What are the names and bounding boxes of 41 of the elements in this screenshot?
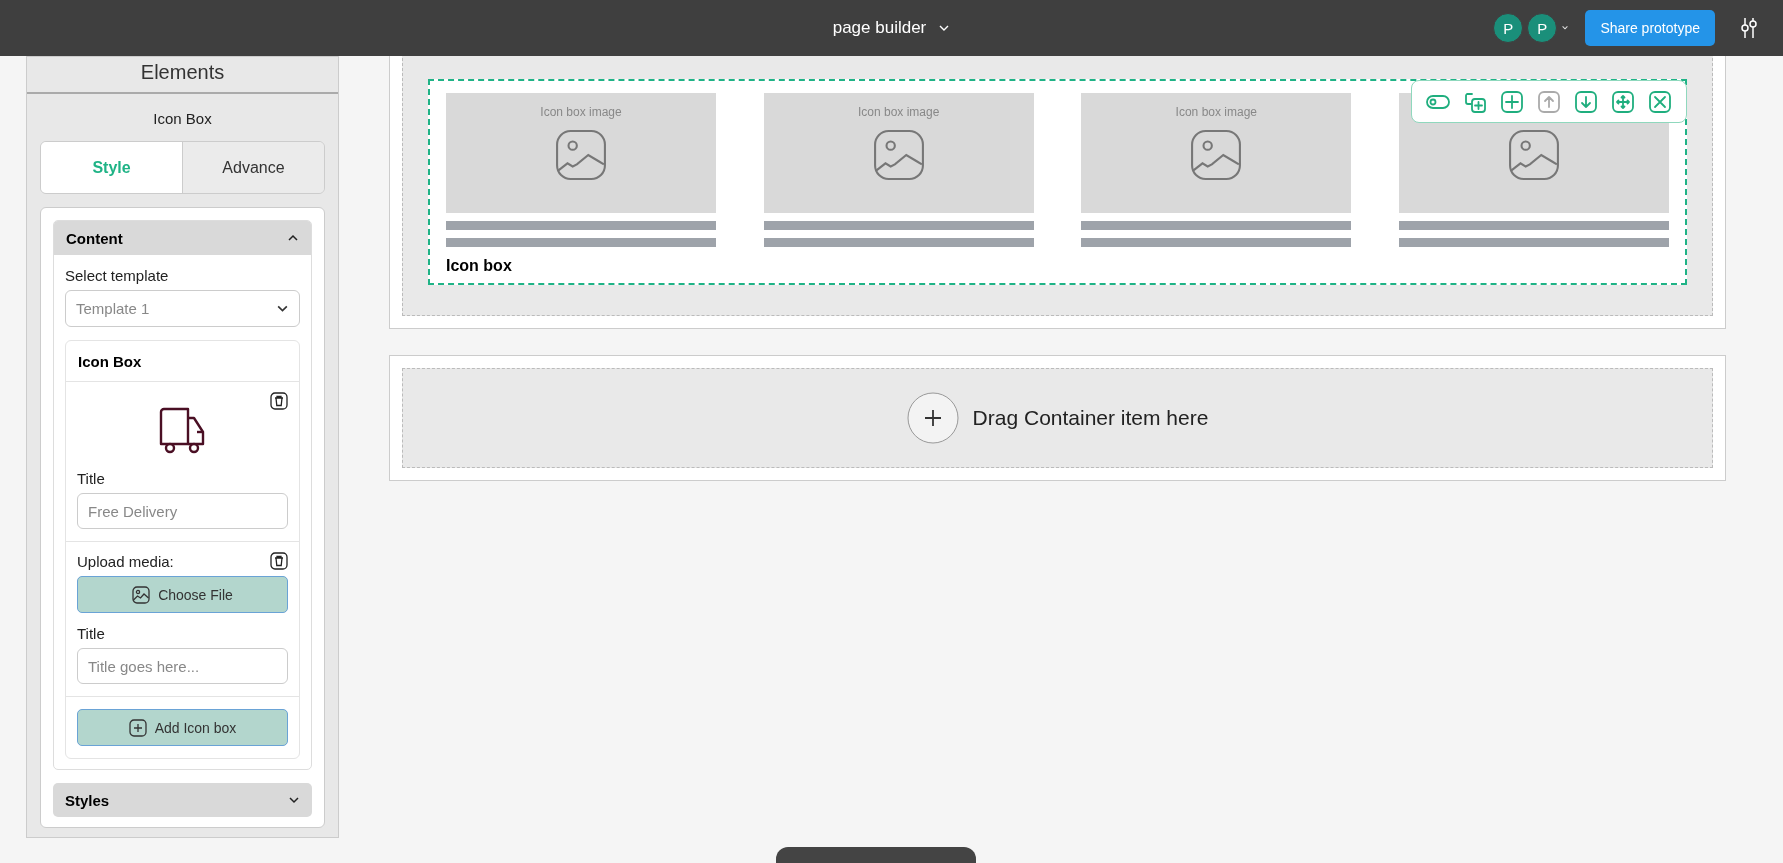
drop-zone-text: Drag Container item here: [972, 406, 1209, 430]
image-label: Icon box image: [540, 105, 622, 119]
section-header[interactable]: Styles: [53, 783, 312, 817]
icon-box-widget[interactable]: Icon box image Icon box image Icon box image Icon box: [428, 79, 1687, 285]
image-label: Icon box image: [1175, 105, 1257, 119]
settings-icon[interactable]: [1739, 17, 1759, 39]
section-header[interactable]: Content: [54, 221, 311, 255]
choose-file-button[interactable]: Choose File: [77, 576, 288, 613]
field-label: Upload media:: [77, 552, 174, 570]
field-label: Select template: [65, 267, 170, 284]
panel-heading: Elements: [27, 57, 338, 94]
image-label: Icon box image: [857, 105, 940, 119]
widget-label: Icon box: [446, 257, 513, 275]
delete-icon[interactable]: [270, 392, 288, 410]
user-avatar[interactable]: P: [1527, 13, 1558, 43]
title-field[interactable]: Title goes here...: [77, 648, 288, 684]
item-title: Icon Box: [66, 341, 299, 382]
image-icon: [132, 585, 151, 604]
delete-icon[interactable]: [270, 552, 288, 570]
field-label: Title: [77, 470, 106, 487]
add-icon: [128, 718, 147, 737]
field-label: Title: [77, 625, 106, 642]
image-icon: [555, 129, 607, 181]
image-icon: [1507, 129, 1560, 181]
close-icon[interactable]: [1648, 90, 1672, 114]
panel-subheading: Icon Box: [152, 109, 213, 129]
title-field[interactable]: Free Delivery: [77, 493, 288, 529]
add-icon-box-button[interactable]: Add Icon box: [77, 709, 288, 746]
arrow-down-icon[interactable]: [1574, 90, 1598, 114]
duplicate-icon[interactable]: [1463, 90, 1487, 114]
image-icon: [1190, 129, 1243, 181]
drop-zone[interactable]: Drag Container item here: [402, 368, 1713, 468]
chevron-down-icon[interactable]: [288, 794, 300, 806]
template-dropdown[interactable]: Template 1: [65, 290, 300, 327]
project-title[interactable]: page builder: [832, 18, 927, 38]
chevron-down-icon[interactable]: [1561, 24, 1570, 32]
image-icon: [872, 129, 925, 181]
add-icon[interactable]: [906, 392, 959, 444]
user-avatar[interactable]: P: [1493, 13, 1524, 43]
tab[interactable]: Advance: [182, 142, 324, 193]
move-icon[interactable]: [1611, 90, 1635, 114]
